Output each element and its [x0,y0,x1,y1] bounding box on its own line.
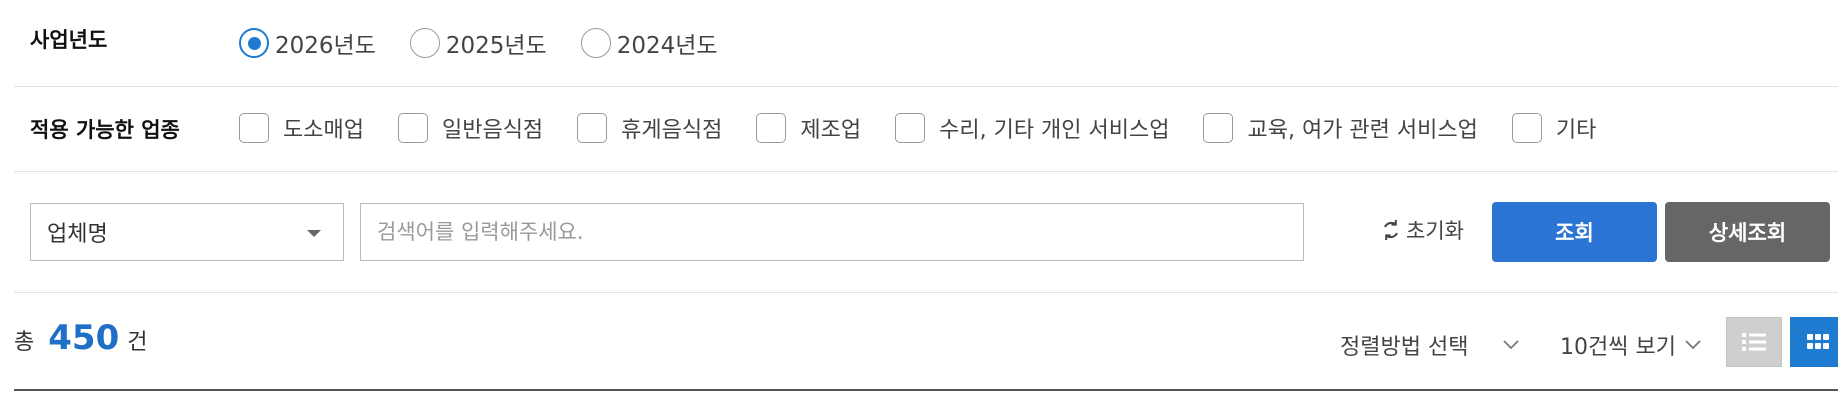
industry-option-wholesale-retail[interactable]: 도소매업 [239,112,364,144]
search-field-select[interactable]: 업체명 [30,203,344,261]
checkbox[interactable] [756,113,787,143]
industry-option-other[interactable]: 기타 [1511,112,1597,144]
checkbox[interactable] [577,113,608,143]
reset-button-label: 초기화 [1406,219,1464,243]
search-button[interactable]: 조회 [1492,202,1657,262]
reset-button[interactable]: 초기화 [1380,215,1464,245]
grid-view-icon [1807,334,1829,349]
divider [14,86,1838,87]
year-option-2026[interactable]: 2026년도 [239,26,376,60]
search-field-select-value: 업체명 [47,222,108,247]
search-input[interactable] [360,203,1304,261]
radio-label: 2025년도 [445,33,547,59]
total-prefix: 총 [14,330,35,355]
sort-select[interactable]: 정렬방법 선택 [1340,329,1520,361]
chevron-down-icon [1503,340,1520,350]
checkbox[interactable] [1203,113,1234,143]
industry-checkbox-group: 도소매업 일반음식점 휴게음식점 제조업 수리, 기타 개인 서비스업 교육, … [239,112,1630,144]
checkbox-label: 도소매업 [283,118,364,143]
industry-option-cafe[interactable]: 휴게음식점 [577,112,722,144]
checkbox[interactable] [397,113,428,143]
radio-button[interactable] [409,28,440,58]
per-page-select[interactable]: 10건씩 보기 [1560,329,1702,361]
chevron-down-icon [1685,340,1701,350]
industry-filter-label: 적용 가능한 업종 [30,118,180,142]
results-divider [14,389,1838,391]
per-page-label: 10건씩 보기 [1560,335,1676,360]
total-count-number: 450 [48,318,120,358]
checkbox-label: 일반음식점 [441,118,544,143]
checkbox-label: 수리, 기타 개인 서비스업 [939,118,1170,143]
checkbox-label: 교육, 여가 관련 서비스업 [1247,118,1478,143]
checkbox[interactable] [239,113,269,143]
checkbox-label: 제조업 [800,118,862,143]
industry-option-general-restaurant[interactable]: 일반음식점 [397,112,544,144]
detail-search-button[interactable]: 상세조회 [1665,202,1830,262]
year-option-2024[interactable]: 2024년도 [580,26,718,60]
industry-option-repair-personal-service[interactable]: 수리, 기타 개인 서비스업 [895,112,1169,144]
checkbox[interactable] [1511,113,1542,143]
radio-label: 2026년도 [275,33,376,59]
divider [14,171,1838,172]
year-radio-group: 2026년도 2025년도 2024년도 [239,26,752,60]
industry-option-education-leisure[interactable]: 교육, 여가 관련 서비스업 [1203,112,1478,144]
list-view-button[interactable] [1726,317,1782,367]
divider [14,292,1838,293]
year-option-2025[interactable]: 2025년도 [409,26,547,60]
radio-button[interactable] [239,28,269,58]
radio-label: 2024년도 [616,33,718,59]
total-suffix: 건 [127,330,148,355]
checkbox[interactable] [895,113,926,143]
year-filter-label: 사업년도 [30,28,108,52]
list-view-icon [1742,333,1766,351]
checkbox-label: 기타 [1555,118,1597,143]
radio-button[interactable] [580,28,611,58]
grid-view-button[interactable] [1790,317,1838,367]
caret-down-icon [307,230,321,237]
sort-select-label: 정렬방법 선택 [1340,335,1469,360]
industry-option-manufacturing[interactable]: 제조업 [756,112,861,144]
refresh-icon [1384,220,1398,240]
total-count: 총 450 건 [14,318,147,358]
checkbox-label: 휴게음식점 [621,118,723,143]
